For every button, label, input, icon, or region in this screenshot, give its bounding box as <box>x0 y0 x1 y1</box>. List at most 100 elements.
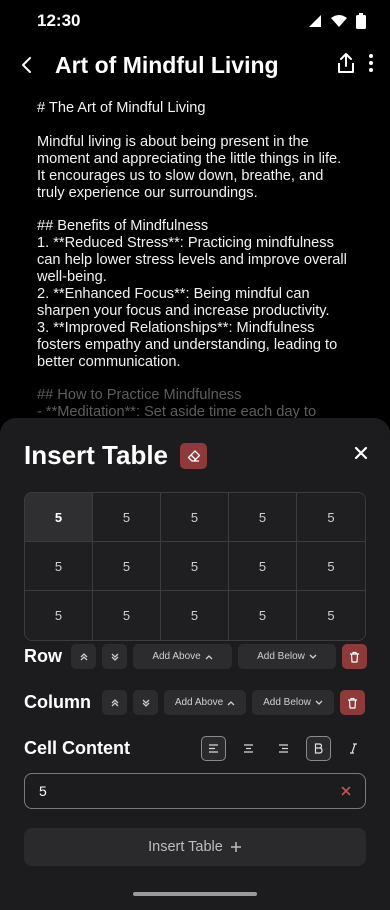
double-chevron-down-icon <box>142 699 149 707</box>
row-label: Row <box>24 646 62 666</box>
row-delete-button[interactable] <box>342 644 367 669</box>
clear-input-button[interactable] <box>341 783 351 799</box>
more-vert-icon <box>369 53 373 72</box>
table-cell[interactable]: 5 <box>161 542 229 591</box>
column-label: Column <box>24 692 91 712</box>
table-cell[interactable]: 5 <box>297 542 365 591</box>
app-bar: Art of Mindful Living <box>0 42 390 88</box>
cell-content-label: Cell Content <box>24 738 130 758</box>
chevron-down-icon <box>309 654 317 659</box>
column-move-right-button[interactable] <box>133 690 158 715</box>
chevron-up-icon <box>205 654 213 659</box>
insert-table-button[interactable]: Insert Table <box>24 828 366 866</box>
table-cell[interactable]: 5 <box>93 591 161 640</box>
column-controls: Column Add Above Add Below <box>24 690 365 715</box>
row-add-below-button[interactable]: Add Below <box>238 644 336 669</box>
align-left-button[interactable] <box>201 736 226 761</box>
document-line: moment and appreciating the little thing… <box>37 150 342 167</box>
table-cell[interactable]: 5 <box>93 542 161 591</box>
table-cell[interactable]: 5 <box>297 493 365 542</box>
signal-icon <box>309 15 321 27</box>
close-icon <box>354 446 368 460</box>
insert-table-sheet: Insert Table 555555555555555 Row Add Abo… <box>0 418 390 910</box>
document-line: better communication. <box>37 353 181 370</box>
sheet-title: Insert Table <box>24 440 169 470</box>
close-sheet-button[interactable] <box>354 446 368 465</box>
eraser-icon <box>187 449 200 462</box>
home-indicator[interactable] <box>133 892 257 896</box>
document-line: fosters empathy and understanding, leadi… <box>37 336 338 353</box>
italic-button[interactable] <box>341 736 366 761</box>
trash-icon <box>350 651 359 663</box>
document-line: sharpen your focus and increase producti… <box>37 302 330 319</box>
document-line: ## Benefits of Mindfulness <box>37 218 209 235</box>
column-move-left-button[interactable] <box>102 690 127 715</box>
cell-content-input[interactable]: 5 <box>24 773 366 809</box>
document-line: Mindful living is about being present in… <box>37 133 309 150</box>
bold-icon <box>314 743 323 754</box>
close-icon <box>341 786 351 796</box>
row-controls: Row Add Above Add Below <box>24 644 367 669</box>
document-body[interactable]: # The Art of Mindful Living Mindful livi… <box>37 100 357 421</box>
column-add-below-button[interactable]: Add Below <box>252 690 334 715</box>
cell-content-controls: Cell Content <box>24 736 366 761</box>
share-icon <box>338 52 354 73</box>
double-chevron-up-icon <box>111 698 118 706</box>
share-button[interactable] <box>336 52 356 79</box>
double-chevron-down-icon <box>111 653 118 661</box>
back-button[interactable] <box>0 56 52 74</box>
status-time: 12:30 <box>37 11 81 30</box>
column-add-above-label: Add Above <box>174 697 224 708</box>
row-add-above-button[interactable]: Add Above <box>133 644 232 669</box>
table-cell[interactable]: 5 <box>297 591 365 640</box>
align-left-icon <box>209 744 218 753</box>
table-preview-grid: 555555555555555 <box>24 492 366 641</box>
table-cell[interactable]: 5 <box>25 591 93 640</box>
table-cell[interactable]: 5 <box>93 493 161 542</box>
align-right-icon <box>279 744 288 753</box>
document-line: 2. **Enhanced Focus**: Being mindful can <box>37 285 310 302</box>
column-add-above-button[interactable]: Add Above <box>164 690 246 715</box>
more-options-button[interactable] <box>368 53 374 78</box>
status-bar: 12:30 <box>0 0 390 42</box>
chevron-left-icon <box>22 57 31 73</box>
table-cell[interactable]: 5 <box>25 542 93 591</box>
double-chevron-up-icon <box>80 652 87 660</box>
plus-icon <box>230 842 241 852</box>
align-center-icon <box>244 744 253 753</box>
table-cell[interactable]: 5 <box>161 591 229 640</box>
align-center-button[interactable] <box>236 736 261 761</box>
document-line: # The Art of Mindful Living <box>37 100 206 116</box>
wifi-icon <box>331 15 347 27</box>
row-add-above-label: Add Above <box>152 651 201 662</box>
row-move-up-button[interactable] <box>71 644 96 669</box>
document-line: well-being. <box>37 269 107 286</box>
bold-button[interactable] <box>306 736 331 761</box>
status-icons <box>308 13 366 29</box>
table-cell[interactable]: 5 <box>229 542 297 591</box>
row-add-below-label: Add Below <box>257 651 305 662</box>
table-cell[interactable]: 5 <box>229 493 297 542</box>
table-cell[interactable]: 5 <box>229 591 297 640</box>
insert-table-label: Insert Table <box>148 839 223 855</box>
document-line: can help lower stress levels and improve… <box>37 252 347 269</box>
document-line: truly experience our surroundings. <box>37 184 258 201</box>
row-move-down-button[interactable] <box>102 644 127 669</box>
document-line: 3. **Improved Relationships**: Mindfulne… <box>37 319 315 336</box>
clear-table-button[interactable] <box>180 442 208 469</box>
battery-icon <box>356 13 366 29</box>
page-title: Art of Mindful Living <box>55 51 279 78</box>
column-delete-button[interactable] <box>340 690 365 715</box>
document-line-faded: ## How to Practice Mindfulness <box>37 387 242 404</box>
table-cell[interactable]: 5 <box>161 493 229 542</box>
table-cell[interactable]: 5 <box>25 493 93 542</box>
chevron-up-icon <box>227 700 235 705</box>
cell-content-value: 5 <box>39 783 47 799</box>
align-right-button[interactable] <box>271 736 296 761</box>
document-line: 1. **Reduced Stress**: Practicing mindfu… <box>37 235 334 252</box>
column-add-below-label: Add Below <box>263 697 311 708</box>
chevron-down-icon <box>315 700 323 705</box>
